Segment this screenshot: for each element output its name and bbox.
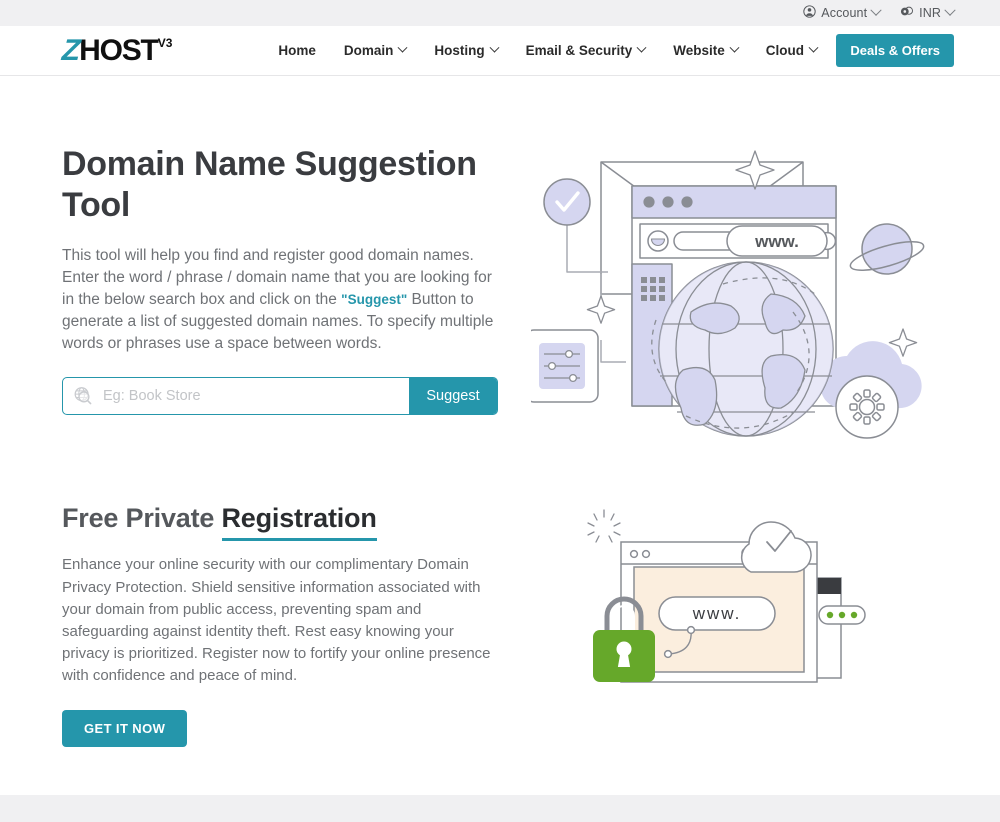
account-label: Account [821,6,868,20]
logo-name: HOST [79,33,159,67]
chevron-down-icon [808,42,819,53]
private-registration-section: Free Private Registration Enhance your o… [0,444,1000,747]
get-it-now-button[interactable]: GET IT NOW [62,709,188,747]
account-menu[interactable]: Account [803,4,882,21]
chevron-down-icon [489,42,500,53]
deals-and-offers-button[interactable]: Deals & Offers [836,34,954,67]
private-registration-illustration: www. [587,509,866,683]
hero-section: Domain Name Suggestion Tool This tool wi… [0,76,1000,444]
nav-label: Website [673,43,725,58]
suggest-highlight: "Suggest" [341,291,408,307]
top-utility-bar: Account INR [0,0,1000,26]
nav-item-hosting[interactable]: Hosting [434,42,500,58]
chevron-down-icon [870,4,882,16]
nav-item-cloud[interactable]: Cloud [765,42,819,58]
nav-label: Email & Security [525,43,633,58]
nav-item-email-security[interactable]: Email & Security [525,42,647,58]
nav-label: Hosting [434,43,485,58]
globe-search-icon [63,378,103,414]
privacy-www-label: www. [692,604,742,623]
privacy-illustration-column: www. [502,502,960,702]
nav-label: Domain [343,43,394,58]
domain-search-illustration: www. [531,150,925,439]
chevron-down-icon [944,4,956,16]
logo-mark: Z [60,33,81,67]
site-header: Z HOST V3 Home Domain Hosting Email & Se… [0,26,1000,76]
nav-label: Home [278,43,316,58]
page-title: Domain Name Suggestion Tool [62,145,477,225]
currency-label: INR [919,6,941,20]
currency-menu[interactable]: INR [900,4,956,21]
section-title-plain: Free Private [62,503,222,533]
main-nav: Home Domain Hosting Email & Security Web… [278,42,819,58]
footer-band [0,795,1000,822]
section-title: Free Private Registration [62,502,502,541]
coins-icon [900,5,914,21]
chevron-down-icon [729,42,740,53]
hero-text-column: Domain Name Suggestion Tool This tool wi… [62,144,502,415]
chevron-down-icon [636,42,647,53]
domain-search-input[interactable] [103,377,409,414]
privacy-text-column: Free Private Registration Enhance your o… [62,502,502,747]
nav-label: Cloud [765,43,804,58]
hero-description: This tool will help you find and registe… [62,245,502,355]
nav-item-domain[interactable]: Domain [343,42,408,58]
logo-version: V3 [157,35,173,50]
domain-search-bar: Suggest [62,376,498,415]
suggest-button[interactable]: Suggest [409,377,497,414]
nav-item-website[interactable]: Website [673,42,740,58]
logo[interactable]: Z HOST V3 [60,33,173,67]
globe-www-label: www. [754,232,799,251]
user-circle-icon [803,5,816,21]
chevron-down-icon [397,42,408,53]
privacy-description: Enhance your online security with our co… [62,556,491,685]
nav-item-home[interactable]: Home [278,43,316,58]
hero-illustration-column: www. [502,144,960,444]
section-title-accent: Registration [221,503,377,541]
sparkle-burst-icon [587,509,621,543]
